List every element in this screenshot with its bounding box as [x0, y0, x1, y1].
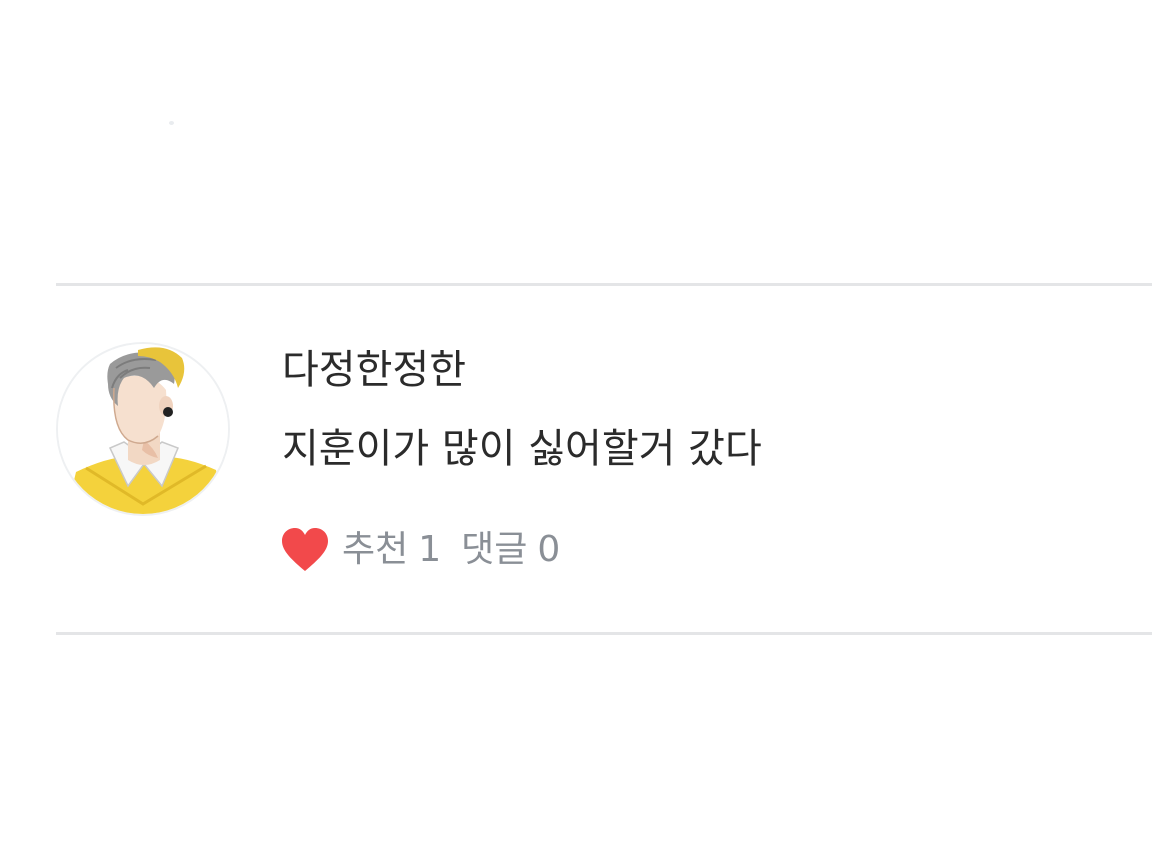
reply-label[interactable]: 댓글: [461, 522, 527, 578]
avatar-illustration: [58, 344, 228, 514]
heart-icon: [282, 528, 328, 571]
comment-body: 지훈이가 많이 싫어할거 갔다: [282, 426, 762, 472]
comment-meta: 추천 1 댓글 0: [278, 522, 560, 578]
comment-page: 다정한정한 지훈이가 많이 싫어할거 갔다 추천 1 댓글 0: [0, 0, 1152, 864]
like-label: 추천: [342, 529, 409, 570]
like-button[interactable]: [278, 524, 332, 576]
bottom-divider: [56, 632, 1152, 635]
comment-item: 다정한정한 지훈이가 많이 싫어할거 갔다 추천 1 댓글 0: [56, 286, 1152, 632]
avatar[interactable]: [56, 342, 230, 516]
reply-count: 0: [537, 529, 561, 570]
like-count: 1: [418, 529, 442, 570]
dust-speck: [169, 121, 174, 125]
comment-author[interactable]: 다정한정한: [282, 344, 466, 396]
